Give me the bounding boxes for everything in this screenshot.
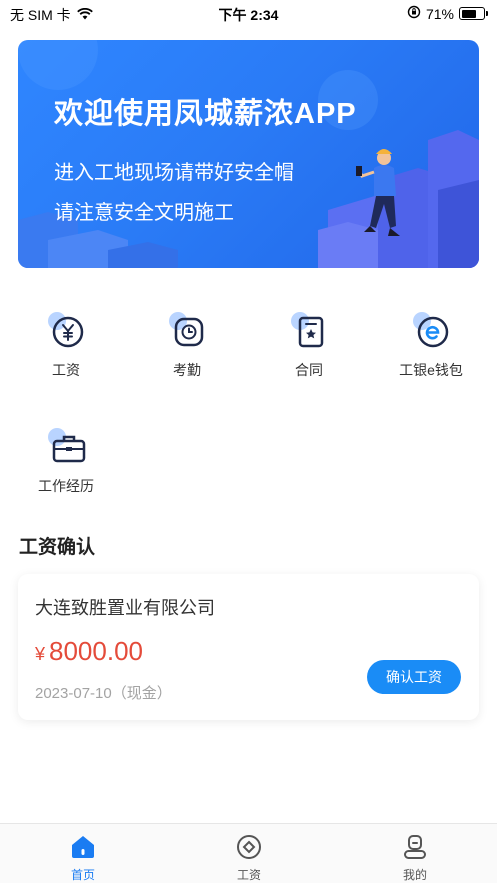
- grid-item-e-wallet[interactable]: 工银e钱包: [369, 310, 493, 400]
- attendance-clock-icon: [169, 312, 205, 348]
- profile-icon: [404, 835, 426, 859]
- tab-home[interactable]: 首页: [0, 824, 166, 883]
- tab-wage[interactable]: 工资: [166, 824, 332, 883]
- grid-item-label: 工作经历: [38, 478, 94, 494]
- banner-title: 欢迎使用凤城薪浓APP: [54, 98, 357, 130]
- orientation-lock-icon: [407, 5, 421, 22]
- grid-item-work-history[interactable]: 工作经历: [4, 426, 128, 516]
- company-name: 大连致胜置业有限公司: [35, 598, 215, 618]
- wage-date: 2023-07-10（现金）: [35, 685, 172, 702]
- home-icon: [72, 836, 94, 858]
- banner-illustration: [18, 40, 479, 268]
- tab-label: 工资: [236, 868, 261, 882]
- grid-item-label: 工银e钱包: [399, 362, 463, 378]
- status-bar: 无 SIM 卡 下午 2:34 71%: [0, 0, 497, 28]
- wage-amount: ¥ 8000.00: [35, 636, 143, 667]
- grid-item-label: 考勤: [173, 362, 201, 378]
- battery-percent: 71%: [425, 5, 454, 22]
- amount-value: 8000.00: [49, 636, 143, 666]
- grid-item-wage[interactable]: 工资: [4, 310, 128, 400]
- contract-icon: [291, 312, 327, 348]
- yen-icon: [48, 312, 84, 348]
- wage-confirm-card[interactable]: 大连致胜置业有限公司 ¥ 8000.00 2023-07-10（现金） 确认工资: [18, 574, 479, 720]
- tab-label: 我的: [402, 868, 427, 882]
- wage-target-icon: [237, 835, 261, 859]
- banner-subtitle-1: 进入工地现场请带好安全帽: [54, 162, 294, 184]
- welcome-banner[interactable]: 欢迎使用凤城薪浓APP 进入工地现场请带好安全帽 请注意安全文明施工: [18, 40, 479, 268]
- grid-item-label: 合同: [295, 362, 323, 378]
- currency-symbol: ¥: [35, 644, 46, 664]
- section-title-wage-confirm: 工资确认: [19, 537, 96, 558]
- battery-icon: [459, 7, 488, 20]
- app-screen: 无 SIM 卡 下午 2:34 71% 欢迎使用凤城薪浓APP 进入工地现场请带…: [0, 0, 497, 883]
- bottom-tab-bar: 首页 工资 我的: [0, 823, 497, 883]
- grid-item-contract[interactable]: 合同: [247, 310, 371, 400]
- banner-subtitle-2: 请注意安全文明施工: [54, 202, 234, 224]
- confirm-wage-button[interactable]: 确认工资: [367, 660, 461, 694]
- briefcase-icon: [48, 428, 86, 464]
- tab-label: 首页: [70, 868, 95, 882]
- tab-profile[interactable]: 我的: [332, 824, 497, 883]
- grid-item-label: 工资: [52, 362, 80, 378]
- grid-item-attendance[interactable]: 考勤: [125, 310, 249, 400]
- e-wallet-icon: [413, 312, 449, 348]
